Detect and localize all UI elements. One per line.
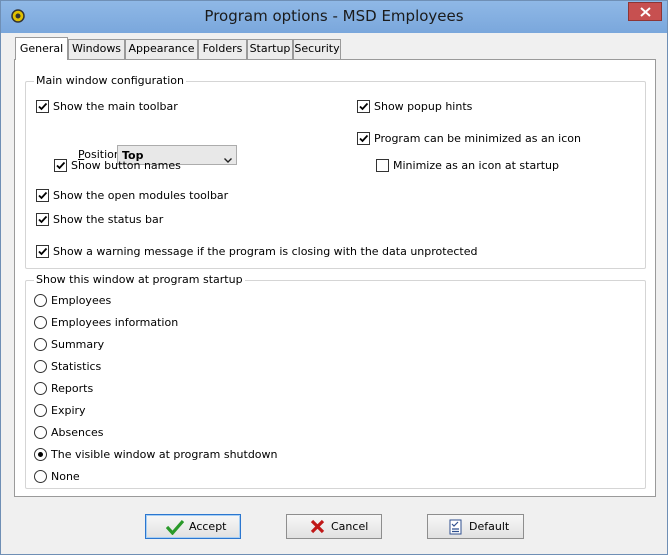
group-legend: Main window configuration bbox=[34, 74, 186, 87]
checkbox-box[interactable] bbox=[376, 159, 389, 172]
radio-circle[interactable] bbox=[34, 316, 47, 329]
check-icon bbox=[56, 161, 66, 170]
radio-selected-dot bbox=[38, 452, 43, 457]
checkbox-label: Show the main toolbar bbox=[53, 100, 178, 113]
options-dialog: Program options - MSD Employees General … bbox=[0, 0, 668, 555]
radio-circle[interactable] bbox=[34, 470, 47, 483]
check-icon bbox=[38, 215, 48, 224]
title-bar[interactable]: Program options - MSD Employees bbox=[1, 1, 667, 33]
radio-label: None bbox=[51, 470, 80, 483]
checkbox-label: Show the open modules toolbar bbox=[53, 189, 229, 202]
radio-circle[interactable] bbox=[34, 294, 47, 307]
radio-label: Employees information bbox=[51, 316, 179, 329]
group-legend: Show this window at program startup bbox=[34, 273, 245, 286]
chevron-down-icon bbox=[224, 153, 232, 166]
checkbox-box[interactable] bbox=[36, 100, 49, 113]
checkbox-box[interactable] bbox=[36, 245, 49, 258]
checkbox-label: Program can be minimized as an icon bbox=[374, 132, 581, 145]
radio-label: Expiry bbox=[51, 404, 86, 417]
accept-label: Accept bbox=[189, 520, 227, 533]
default-button[interactable]: Default bbox=[427, 514, 524, 539]
check-icon bbox=[38, 102, 48, 111]
radio-label: Summary bbox=[51, 338, 105, 351]
radio-circle[interactable] bbox=[34, 426, 47, 439]
defaults-icon bbox=[448, 519, 463, 538]
checkbox-label: Show popup hints bbox=[374, 100, 473, 113]
tab-folders[interactable]: Folders bbox=[198, 39, 247, 59]
cancel-label: Cancel bbox=[331, 520, 369, 533]
check-icon bbox=[359, 134, 369, 143]
checkbox-box[interactable] bbox=[36, 189, 49, 202]
radio-circle[interactable] bbox=[34, 360, 47, 373]
close-button[interactable] bbox=[628, 2, 662, 21]
radio-label: Statistics bbox=[51, 360, 102, 373]
radio-label: Employees bbox=[51, 294, 112, 307]
radio-circle[interactable] bbox=[34, 338, 47, 351]
checkbox-label: Minimize as an icon at startup bbox=[393, 159, 559, 172]
radio-label: Absences bbox=[51, 426, 104, 439]
startup-window-group: Show this window at program startup Empl… bbox=[25, 273, 646, 489]
tab-general[interactable]: General bbox=[15, 37, 68, 60]
tab-security[interactable]: Security bbox=[293, 39, 341, 59]
checkbox-label: Show button names bbox=[71, 159, 181, 172]
check-icon bbox=[359, 102, 369, 111]
accept-button[interactable]: Accept bbox=[145, 514, 241, 539]
radio-circle[interactable] bbox=[34, 404, 47, 417]
tab-windows[interactable]: Windows bbox=[68, 39, 125, 59]
cancel-button[interactable]: Cancel bbox=[286, 514, 382, 539]
radio-circle[interactable] bbox=[34, 382, 47, 395]
x-icon bbox=[310, 519, 325, 537]
main-window-config-group: Main window configuration Show the main … bbox=[25, 74, 646, 269]
general-tab-panel: Main window configuration Show the main … bbox=[14, 59, 656, 497]
radio-label: Reports bbox=[51, 382, 94, 395]
checkbox-box[interactable] bbox=[36, 213, 49, 226]
tab-appearance[interactable]: Appearance bbox=[125, 39, 198, 59]
checkbox-box[interactable] bbox=[357, 132, 370, 145]
check-icon bbox=[38, 247, 48, 256]
window-title: Program options - MSD Employees bbox=[204, 7, 464, 25]
checkbox-box[interactable] bbox=[357, 100, 370, 113]
radio-circle[interactable] bbox=[34, 448, 47, 461]
checkbox-label: Show a warning message if the program is… bbox=[53, 245, 478, 258]
checkmark-icon bbox=[165, 519, 185, 538]
tab-startup[interactable]: Startup bbox=[247, 39, 293, 59]
default-label: Default bbox=[469, 520, 510, 533]
check-icon bbox=[38, 191, 48, 200]
checkbox-label: Show the status bar bbox=[53, 213, 164, 226]
checkbox-box[interactable] bbox=[54, 159, 67, 172]
radio-label: The visible window at program shutdown bbox=[51, 448, 278, 461]
